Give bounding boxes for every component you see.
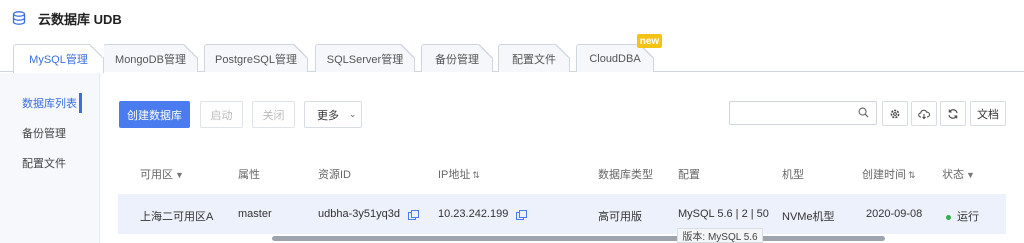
- status-dot-icon: [946, 214, 951, 220]
- horizontal-scrollbar[interactable]: [272, 236, 885, 241]
- column-header-status[interactable]: 状态 ▼: [942, 166, 975, 182]
- tab-label: MongoDB管理: [115, 53, 186, 66]
- side-nav: 数据库列表 备份管理 配置文件: [0, 73, 100, 243]
- cell-status: 运行: [946, 208, 979, 224]
- column-header-created[interactable]: 创建时间 ⇅: [862, 166, 916, 182]
- filter-caret-icon: ▼: [966, 170, 975, 180]
- tab-clouddba[interactable]: CloudDBA: [576, 44, 654, 72]
- tab-label: CloudDBA: [589, 52, 641, 65]
- tab-label: 备份管理: [435, 53, 479, 66]
- chevron-down-icon: ⌄: [349, 109, 357, 119]
- tab-sqlserver[interactable]: SQLServer管理: [315, 44, 415, 72]
- tab-label: 配置文件: [512, 53, 556, 66]
- tab-label: SQLServer管理: [326, 53, 404, 66]
- cloud-download-icon: [918, 109, 930, 119]
- tab-mongodb[interactable]: MongoDB管理: [103, 44, 198, 72]
- column-header-config: 配置: [678, 169, 700, 181]
- download-button[interactable]: [911, 101, 937, 126]
- app-title: 云数据库 UDB: [38, 11, 122, 27]
- refresh-icon: [948, 108, 958, 119]
- refresh-button[interactable]: [940, 101, 966, 126]
- config-tooltip: 版本: MySQL 5.6: [677, 228, 763, 243]
- sidebar-item-label: 配置文件: [22, 158, 66, 170]
- column-header-db-type: 数据库类型: [598, 169, 653, 181]
- docs-button[interactable]: 文档: [970, 101, 1006, 126]
- tab-mysql[interactable]: MySQL管理: [13, 44, 104, 73]
- status-text: 运行: [957, 211, 979, 223]
- cell-db-type: 高可用版: [598, 211, 642, 223]
- cell-zone: 上海二可用区A: [140, 211, 214, 223]
- new-badge: new: [637, 34, 662, 48]
- sidebar-item-backup[interactable]: 备份管理: [0, 119, 100, 147]
- search-icon[interactable]: [858, 107, 869, 118]
- database-icon: [12, 11, 26, 25]
- column-header-zone[interactable]: 可用区 ▼: [140, 166, 184, 182]
- product-tabs: MySQL管理 MongoDB管理 PostgreSQL管理 SQLServer…: [0, 36, 1024, 73]
- title-bar: 云数据库 UDB: [0, 0, 1024, 36]
- gear-icon: [890, 109, 900, 118]
- cell-config: MySQL 5.6 | 2 | 50: [678, 208, 769, 220]
- tab-postgresql[interactable]: PostgreSQL管理: [204, 44, 308, 72]
- sidebar-item-db-list[interactable]: 数据库列表: [0, 89, 100, 117]
- settings-button[interactable]: [882, 101, 908, 126]
- tab-label: PostgreSQL管理: [215, 53, 297, 66]
- sidebar-item-config[interactable]: 配置文件: [0, 149, 100, 177]
- start-button[interactable]: 启动: [200, 101, 243, 128]
- tab-backup[interactable]: 备份管理: [421, 44, 493, 72]
- copy-icon[interactable]: [407, 209, 419, 220]
- column-header-resource-id: 资源ID: [318, 169, 351, 181]
- more-label: 更多: [317, 109, 339, 122]
- column-header-ip[interactable]: IP地址 ⇅: [438, 166, 480, 182]
- cell-attribute: master: [238, 208, 272, 220]
- stop-button[interactable]: 关闭: [252, 101, 295, 128]
- tab-config-files[interactable]: 配置文件: [498, 44, 570, 72]
- more-dropdown[interactable]: 更多 ⌄: [304, 101, 362, 128]
- tab-label: MySQL管理: [29, 54, 88, 66]
- filter-caret-icon: ▼: [175, 170, 184, 180]
- sort-icon: ⇅: [472, 170, 480, 180]
- search-input[interactable]: [729, 101, 877, 125]
- cell-resource-id: udbha-3y51yq3d: [318, 208, 419, 220]
- cell-ip: 10.23.242.199: [438, 208, 528, 220]
- column-header-machine: 机型: [782, 169, 804, 181]
- cell-created: 2020-09-08: [866, 208, 923, 220]
- sidebar-item-label: 备份管理: [22, 128, 66, 140]
- create-database-button[interactable]: 创建数据库: [119, 101, 190, 128]
- cell-machine: NVMe机型: [782, 211, 835, 223]
- column-header-attribute: 属性: [238, 169, 260, 181]
- copy-icon[interactable]: [516, 209, 528, 220]
- sidebar-item-label: 数据库列表: [22, 98, 77, 110]
- sort-icon: ⇅: [908, 170, 916, 180]
